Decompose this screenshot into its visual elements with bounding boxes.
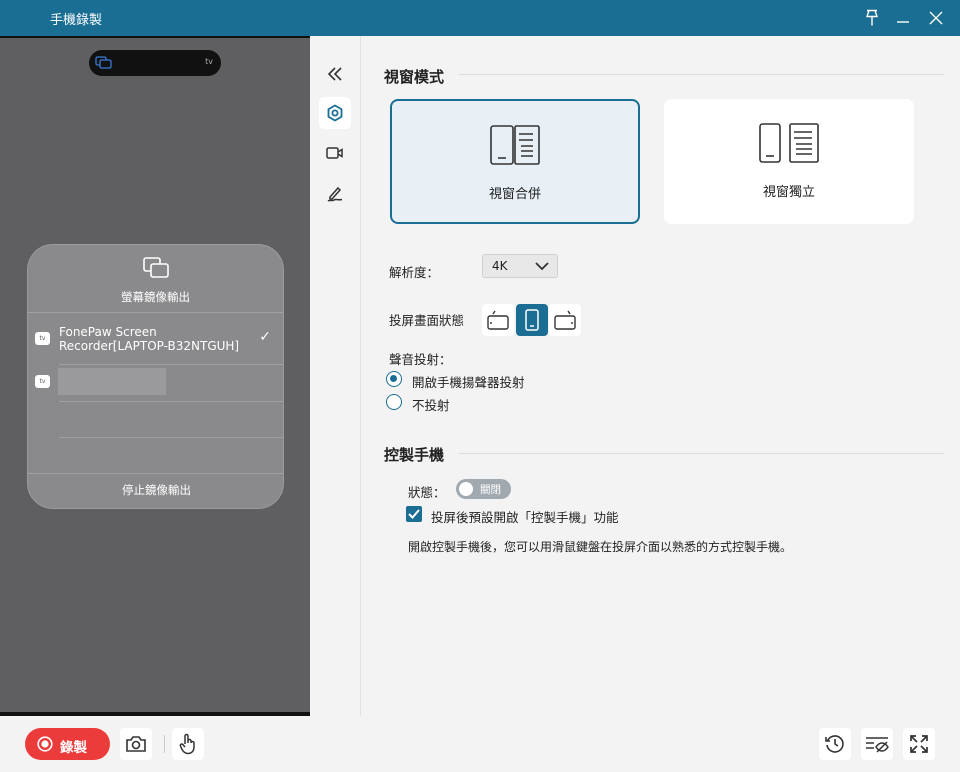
resolution-select[interactable]: 4K bbox=[482, 254, 558, 278]
divider bbox=[459, 453, 944, 454]
auto-enable-control-label: 投屏後預設開啟「控製手機」功能 bbox=[431, 510, 619, 525]
collapse-button[interactable] bbox=[319, 58, 351, 90]
auto-enable-control-checkbox[interactable] bbox=[406, 506, 422, 522]
screen-mirroring-panel: 螢幕鏡像輸出 tv FonePaw Screen Recorder[LAPTOP… bbox=[27, 244, 284, 509]
screen-mirror-icon bbox=[142, 257, 169, 278]
divider bbox=[459, 74, 944, 75]
history-button[interactable] bbox=[819, 728, 851, 760]
checkmark-icon bbox=[408, 509, 420, 519]
window-merge-option[interactable]: 視窗合併 bbox=[390, 99, 640, 224]
orientation-landscape-left-button[interactable] bbox=[482, 304, 514, 336]
window-mode-title: 視窗模式 bbox=[384, 68, 445, 86]
hand-pointer-icon bbox=[179, 733, 195, 755]
minimize-button[interactable] bbox=[891, 6, 915, 30]
audio-label: 聲音投射： bbox=[389, 352, 452, 367]
window-merge-label: 視窗合併 bbox=[488, 187, 541, 202]
pin-button[interactable] bbox=[860, 6, 884, 30]
settings-sidebar bbox=[310, 36, 361, 716]
dynamic-island: tv bbox=[89, 50, 221, 76]
device-row-fonepaw[interactable]: tv FonePaw Screen Recorder[LAPTOP-B32NTG… bbox=[28, 323, 283, 365]
window-separate-label: 視窗獨立 bbox=[762, 185, 815, 200]
eye-slash-list-icon bbox=[866, 737, 889, 753]
orientation-landscape-right-button[interactable] bbox=[549, 304, 581, 336]
merged-windows-icon bbox=[490, 125, 540, 165]
history-icon bbox=[825, 735, 844, 753]
window-title: 手機錄製 bbox=[50, 13, 103, 28]
stop-mirroring-button[interactable]: 停止鏡像輸出 bbox=[28, 472, 283, 508]
gear-icon bbox=[327, 104, 343, 122]
fullscreen-button[interactable] bbox=[903, 728, 935, 760]
orientation-label: 投屏畫面狀態 bbox=[389, 313, 465, 328]
checkmark-icon: ✓ bbox=[259, 329, 271, 345]
bottom-toolbar: 錄製 bbox=[0, 716, 960, 772]
landscape-right-icon bbox=[554, 310, 576, 330]
pen-signature-icon bbox=[327, 186, 343, 202]
device-name-line2: Recorder[LAPTOP-B32NTGUH] bbox=[59, 339, 240, 353]
control-description: 開啟控製手機後，您可以用滑鼠鍵盤在投屏介面以熟悉的方式控製手機。 bbox=[408, 540, 793, 554]
pin-icon bbox=[866, 9, 878, 26]
apple-tv-icon: tv bbox=[35, 332, 50, 345]
mirroring-header: 螢幕鏡像輸出 bbox=[28, 245, 283, 313]
chevron-down-icon bbox=[535, 262, 549, 271]
close-button[interactable] bbox=[924, 6, 948, 30]
toggle-state-label: 關閉 bbox=[480, 484, 501, 496]
close-icon bbox=[929, 11, 943, 25]
minimize-icon bbox=[897, 21, 909, 23]
apple-tv-icon: tv bbox=[35, 375, 50, 388]
divider bbox=[164, 735, 165, 753]
sidebar-item-settings[interactable] bbox=[319, 97, 351, 129]
portrait-phone-icon bbox=[525, 309, 539, 331]
sidebar-item-video[interactable] bbox=[319, 137, 351, 169]
video-camera-icon bbox=[326, 147, 343, 159]
sidebar-item-annotate[interactable] bbox=[319, 178, 351, 210]
toggle-knob bbox=[459, 482, 473, 496]
resolution-label: 解析度： bbox=[389, 265, 440, 280]
control-status-label: 狀態： bbox=[408, 485, 446, 500]
record-label: 錄製 bbox=[60, 740, 87, 756]
apple-tv-badge: tv bbox=[205, 57, 213, 66]
mirroring-title: 螢幕鏡像輸出 bbox=[121, 290, 190, 304]
blurred-device-name bbox=[58, 368, 166, 395]
phone-mirror-preview: tv 螢幕鏡像輸出 tv FonePaw Screen Recorder[LAP… bbox=[0, 36, 310, 716]
control-phone-toggle[interactable]: 關閉 bbox=[456, 479, 511, 499]
orientation-portrait-button[interactable] bbox=[516, 304, 548, 336]
audio-none-radio[interactable] bbox=[386, 394, 402, 410]
divider bbox=[59, 401, 283, 402]
separate-windows-icon bbox=[759, 123, 819, 163]
screenshot-button[interactable] bbox=[120, 728, 152, 760]
divider bbox=[59, 437, 283, 438]
expand-icon bbox=[910, 735, 928, 753]
title-bar: 手機錄製 bbox=[0, 0, 960, 36]
control-phone-title: 控製手機 bbox=[384, 446, 445, 464]
resolution-value: 4K bbox=[492, 259, 508, 273]
screen-mirror-icon bbox=[95, 56, 112, 69]
audio-none-label: 不投射 bbox=[412, 398, 450, 413]
camera-icon bbox=[126, 736, 146, 752]
audio-phone-speaker-label: 開啟手機揚聲器投射 bbox=[412, 375, 525, 390]
audio-phone-speaker-radio[interactable] bbox=[386, 371, 402, 387]
window-separate-option[interactable]: 視窗獨立 bbox=[664, 99, 914, 224]
device-row-blurred[interactable]: tv bbox=[28, 365, 283, 401]
double-chevron-left-icon bbox=[327, 67, 342, 81]
record-button[interactable]: 錄製 bbox=[25, 728, 110, 760]
hide-overlay-button[interactable] bbox=[861, 728, 893, 760]
landscape-left-icon bbox=[487, 310, 509, 330]
touch-control-button[interactable] bbox=[172, 728, 204, 760]
device-name-line1: FonePaw Screen bbox=[59, 325, 157, 339]
record-icon bbox=[37, 736, 53, 752]
